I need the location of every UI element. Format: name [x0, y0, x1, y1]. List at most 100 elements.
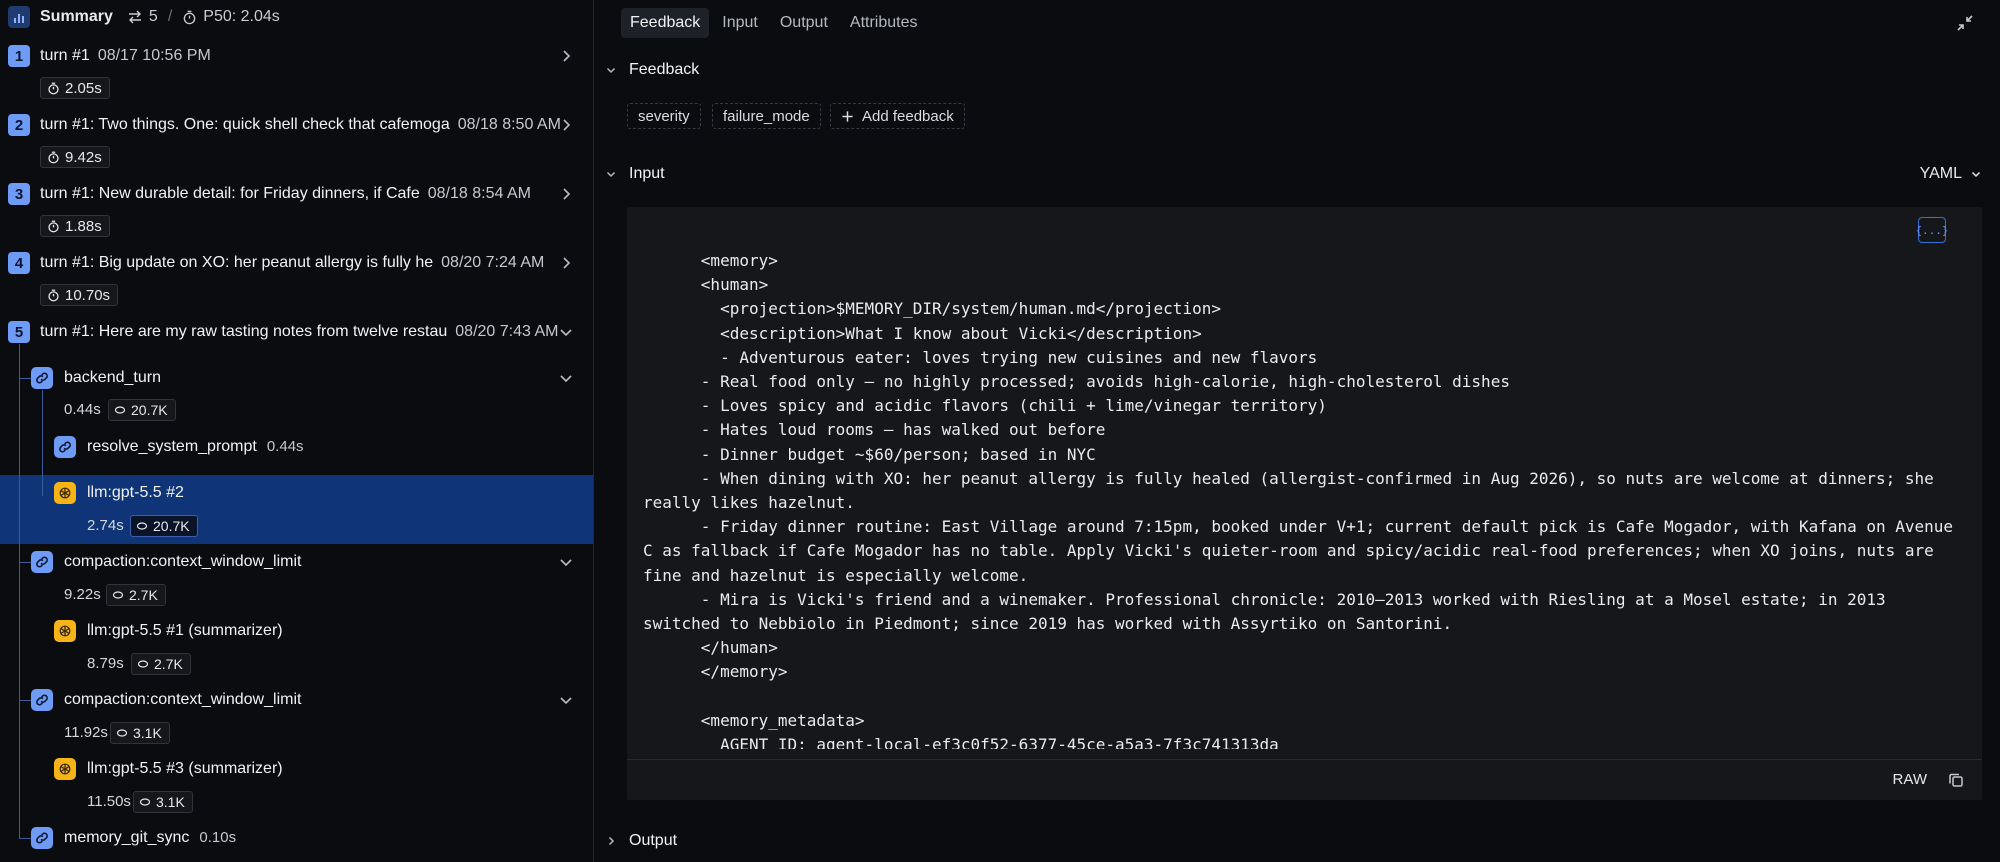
turn-row-5[interactable]: turn #1: Here are my raw tasting notes f…: [40, 323, 558, 341]
json-view-icon[interactable]: {...}: [1915, 217, 1949, 243]
output-heading: Output: [629, 832, 678, 849]
openai-icon: [54, 482, 76, 504]
trace-tree-panel: Summary 5 / P50: 2.04s 1 turn #1 08/17 10…: [0, 0, 594, 862]
duration-chip: 1.88s: [40, 215, 110, 237]
turn-row-1[interactable]: turn #1 08/17 10:56 PM: [40, 47, 211, 65]
timer-icon: [48, 289, 59, 301]
timer-icon: [48, 220, 59, 232]
token-icon: [112, 591, 124, 599]
input-code-viewer[interactable]: {...} <memory> <human> <projection>$MEMO…: [627, 207, 1982, 800]
duration-chip: 10.70s: [40, 284, 119, 306]
token-icon: [136, 522, 148, 530]
feedback-chip-severity[interactable]: severity: [627, 103, 701, 129]
summary-bar: Summary 5 / P50: 2.04s: [0, 0, 593, 34]
swap-icon: [128, 10, 141, 24]
tree-connector: [19, 700, 31, 701]
token-icon: [114, 406, 126, 414]
span-llm-gpt-2[interactable]: llm:gpt-5.5 #2: [87, 484, 184, 502]
tree-connector: [19, 378, 31, 379]
token-chip: 3.1K: [110, 722, 170, 744]
duration-chip: 2.05s: [40, 77, 110, 99]
code-footer: RAW: [627, 759, 1982, 800]
chevron-down-icon[interactable]: [558, 324, 574, 340]
turn-number-badge: 1: [8, 45, 30, 67]
tree-connector: [19, 838, 31, 839]
chevron-down-icon[interactable]: [558, 692, 574, 708]
feedback-heading: Feedback: [629, 61, 700, 78]
span-duration: 9.22s: [64, 586, 101, 603]
openai-icon: [54, 758, 76, 780]
chart-icon: [8, 6, 30, 28]
turn-row-4[interactable]: turn #1: Big update on XO: her peanut al…: [40, 254, 544, 272]
chevron-down-icon[interactable]: [558, 554, 574, 570]
link-icon: [54, 436, 76, 458]
input-heading: Input: [629, 165, 665, 182]
format-select[interactable]: YAML: [1920, 165, 1982, 183]
turn-row-3[interactable]: turn #1: New durable detail: for Friday …: [40, 185, 531, 203]
token-chip: 20.7K: [130, 515, 198, 537]
raw-toggle[interactable]: RAW: [1893, 771, 1927, 788]
output-section-toggle[interactable]: Output: [605, 832, 677, 850]
token-chip: 20.7K: [108, 399, 176, 421]
tree-connector: [42, 390, 43, 496]
tree-connector: [19, 344, 20, 839]
token-chip: 2.7K: [131, 653, 191, 675]
span-llm-gpt-1[interactable]: llm:gpt-5.5 #1 (summarizer): [87, 622, 283, 640]
chevron-down-icon: [1971, 171, 1981, 178]
chevron-right-icon[interactable]: [558, 186, 574, 202]
detail-panel: Feedback Input Output Attributes Feedbac…: [595, 0, 2000, 862]
token-chip: 3.1K: [133, 791, 193, 813]
span-compaction-2[interactable]: compaction:context_window_limit: [64, 691, 301, 709]
timer-icon: [48, 82, 59, 94]
turn-number-badge: 3: [8, 183, 30, 205]
link-icon: [31, 827, 53, 849]
chevron-down-icon: [606, 171, 616, 178]
input-section-toggle[interactable]: Input: [605, 165, 665, 183]
chevron-down-icon[interactable]: [558, 370, 574, 386]
summary-separator: /: [167, 8, 173, 25]
collapse-icon[interactable]: [1956, 14, 1974, 32]
span-resolve-system-prompt[interactable]: resolve_system_prompt 0.44s: [87, 438, 304, 456]
link-icon: [31, 689, 53, 711]
token-icon: [137, 660, 149, 668]
feedback-section-toggle[interactable]: Feedback: [605, 61, 699, 79]
tab-output[interactable]: Output: [771, 8, 837, 38]
chevron-down-icon: [606, 67, 616, 74]
span-backend-turn[interactable]: backend_turn: [64, 369, 161, 387]
turn-count: 5: [127, 8, 158, 26]
span-duration: 0.44s: [64, 401, 101, 418]
openai-icon: [54, 620, 76, 642]
timer-icon: [183, 10, 196, 24]
turn-number-badge: 5: [8, 321, 30, 343]
link-icon: [31, 367, 53, 389]
span-duration: 8.79s: [87, 655, 124, 672]
span-compaction-1[interactable]: compaction:context_window_limit: [64, 553, 301, 571]
tree-connector: [19, 562, 31, 563]
link-icon: [31, 551, 53, 573]
chevron-right-icon[interactable]: [558, 48, 574, 64]
copy-icon[interactable]: [1948, 772, 1964, 788]
span-llm-gpt-3[interactable]: llm:gpt-5.5 #3 (summarizer): [87, 760, 283, 778]
token-chip: 2.7K: [106, 584, 166, 606]
duration-chip: 9.42s: [40, 146, 110, 168]
tab-attributes[interactable]: Attributes: [841, 8, 927, 38]
plus-icon: [842, 110, 853, 122]
token-icon: [116, 729, 128, 737]
summary-title: Summary: [40, 8, 113, 25]
token-icon: [139, 798, 151, 806]
add-feedback-button[interactable]: Add feedback: [830, 103, 965, 129]
span-duration: 2.74s: [87, 517, 124, 534]
input-code-text: <memory> <human> <projection>$MEMORY_DIR…: [643, 251, 1954, 749]
span-duration: 11.50s: [87, 793, 131, 810]
chevron-right-icon[interactable]: [558, 255, 574, 271]
timer-icon: [48, 151, 59, 163]
turn-number-badge: 2: [8, 114, 30, 136]
span-memory-git-sync[interactable]: memory_git_sync 0.10s: [64, 829, 236, 847]
feedback-chip-failure-mode[interactable]: failure_mode: [712, 103, 821, 129]
turn-number-badge: 4: [8, 252, 30, 274]
chevron-right-icon[interactable]: [558, 117, 574, 133]
turn-row-2[interactable]: turn #1: Two things. One: quick shell ch…: [40, 116, 561, 134]
span-duration: 11.92s: [64, 724, 108, 741]
tab-input[interactable]: Input: [713, 8, 767, 38]
tab-feedback[interactable]: Feedback: [621, 8, 710, 38]
